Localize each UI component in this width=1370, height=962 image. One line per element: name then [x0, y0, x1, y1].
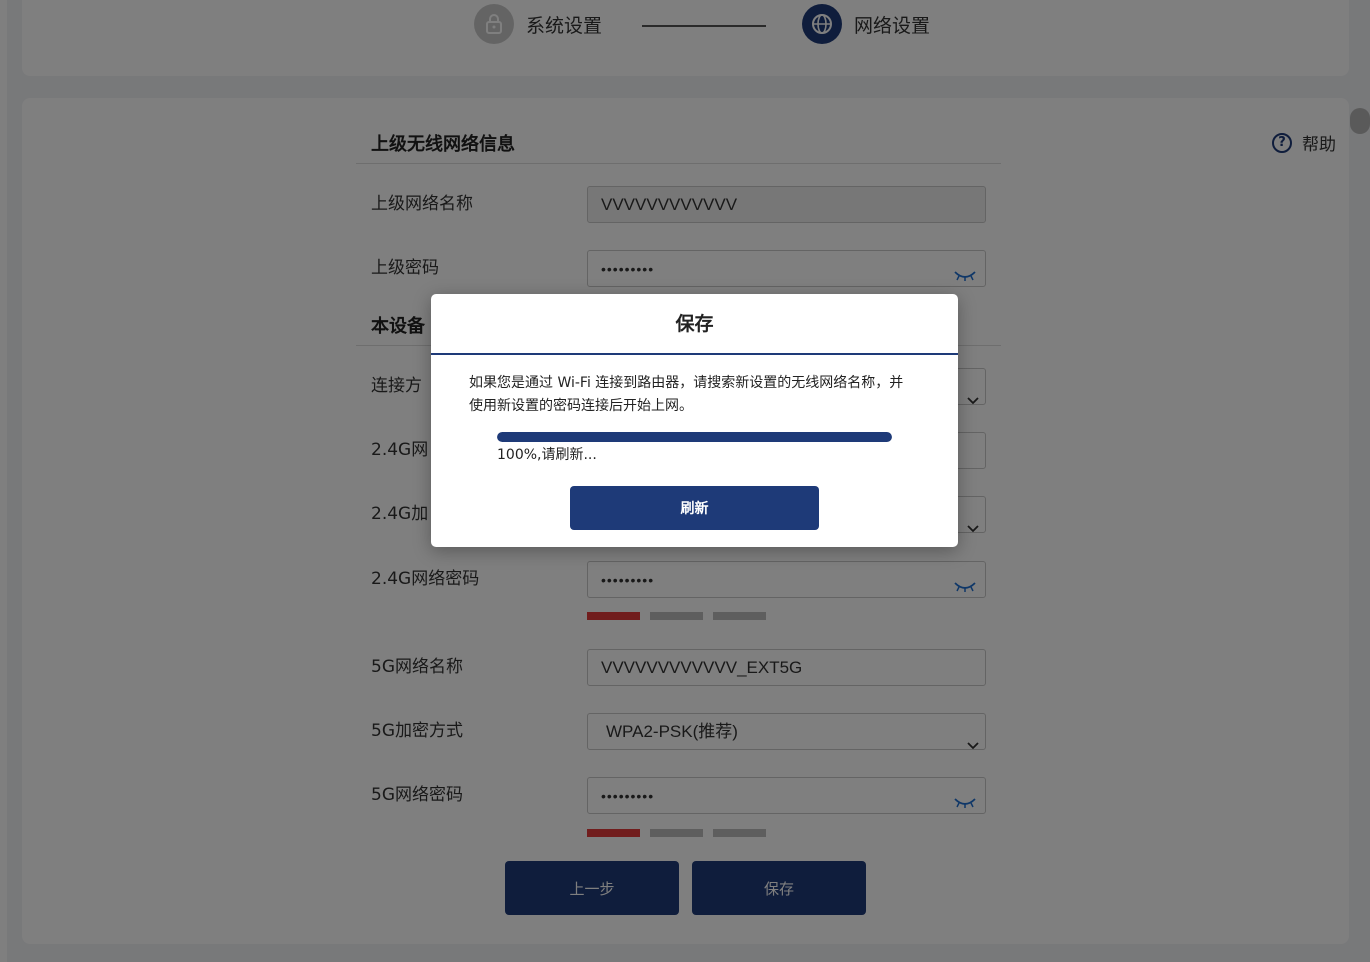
save-dialog: 保存 如果您是通过 Wi-Fi 连接到路由器，请搜索新设置的无线网络名称，并使用… [431, 294, 958, 547]
refresh-button[interactable]: 刷新 [570, 486, 819, 530]
dialog-title: 保存 [431, 294, 958, 355]
progress-bar [497, 432, 892, 442]
progress-fill [497, 432, 892, 442]
dialog-message: 如果您是通过 Wi-Fi 连接到路由器，请搜索新设置的无线网络名称，并使用新设置… [469, 375, 904, 414]
progress-text: 100%,请刷新... [497, 447, 597, 463]
